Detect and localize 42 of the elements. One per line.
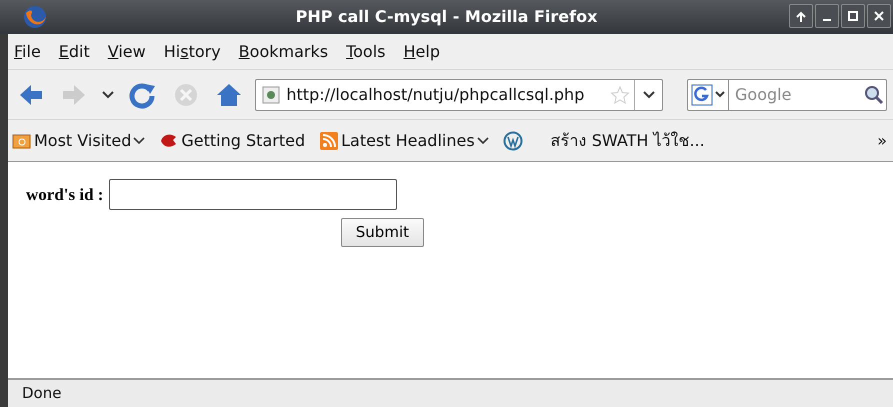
bookmarks-overflow-button[interactable]: » xyxy=(877,128,887,152)
bookmark-item[interactable] xyxy=(502,130,523,150)
status-text: Done xyxy=(22,383,62,404)
caret-icon xyxy=(642,90,655,98)
submit-button[interactable]: Submit xyxy=(340,218,424,247)
search-button[interactable] xyxy=(862,78,888,110)
bookmark-item[interactable]: Most Visited xyxy=(12,128,146,152)
w-circle-logo-icon xyxy=(502,130,523,150)
menu-item[interactable]: Bookmarks xyxy=(238,40,328,64)
close-button[interactable] xyxy=(867,4,891,28)
minimize-icon xyxy=(823,19,831,21)
menu-item[interactable]: View xyxy=(108,40,146,64)
bookmark-item[interactable]: สร้าง SWATH ไว้ใช... xyxy=(536,128,705,152)
menu-item[interactable]: File xyxy=(14,40,41,64)
rss-feed-icon xyxy=(319,130,340,150)
firefox-logo-icon xyxy=(22,4,48,30)
restore-up-button[interactable] xyxy=(789,4,813,28)
g-letter-logo-icon xyxy=(691,84,714,106)
page-icon xyxy=(262,86,280,104)
star-icon[interactable] xyxy=(610,84,630,104)
minimize-button[interactable] xyxy=(815,4,839,28)
url-text: http://localhost/nutju/phpcallcsql.php xyxy=(286,84,586,106)
up-arrow-icon xyxy=(794,9,808,23)
input-field[interactable] xyxy=(109,179,398,210)
maximize-button[interactable] xyxy=(841,4,865,28)
bookmark-item[interactable]: Latest Headlines xyxy=(319,128,489,152)
menu-item[interactable]: Help xyxy=(404,40,440,64)
menu-item[interactable]: Edit xyxy=(58,40,90,64)
search-icon xyxy=(864,84,884,104)
field-label: word's id : xyxy=(26,184,104,206)
maximize-icon xyxy=(846,9,860,23)
menu-item[interactable]: Tools xyxy=(346,40,386,64)
window-title: PHP call C-mysql - Mozilla Firefox xyxy=(296,6,598,28)
menu-item[interactable]: History xyxy=(164,40,221,64)
search-field[interactable]: Google xyxy=(729,78,862,110)
caret-icon xyxy=(715,91,726,98)
bookmark-item[interactable]: Getting Started xyxy=(159,128,306,152)
address-bar[interactable]: http://localhost/nutju/phpcallcsql.php xyxy=(255,78,664,110)
circular-arrow-icon xyxy=(128,80,156,108)
caret-icon xyxy=(102,90,114,98)
search-engine-button[interactable] xyxy=(687,78,730,110)
close-icon xyxy=(872,9,886,23)
